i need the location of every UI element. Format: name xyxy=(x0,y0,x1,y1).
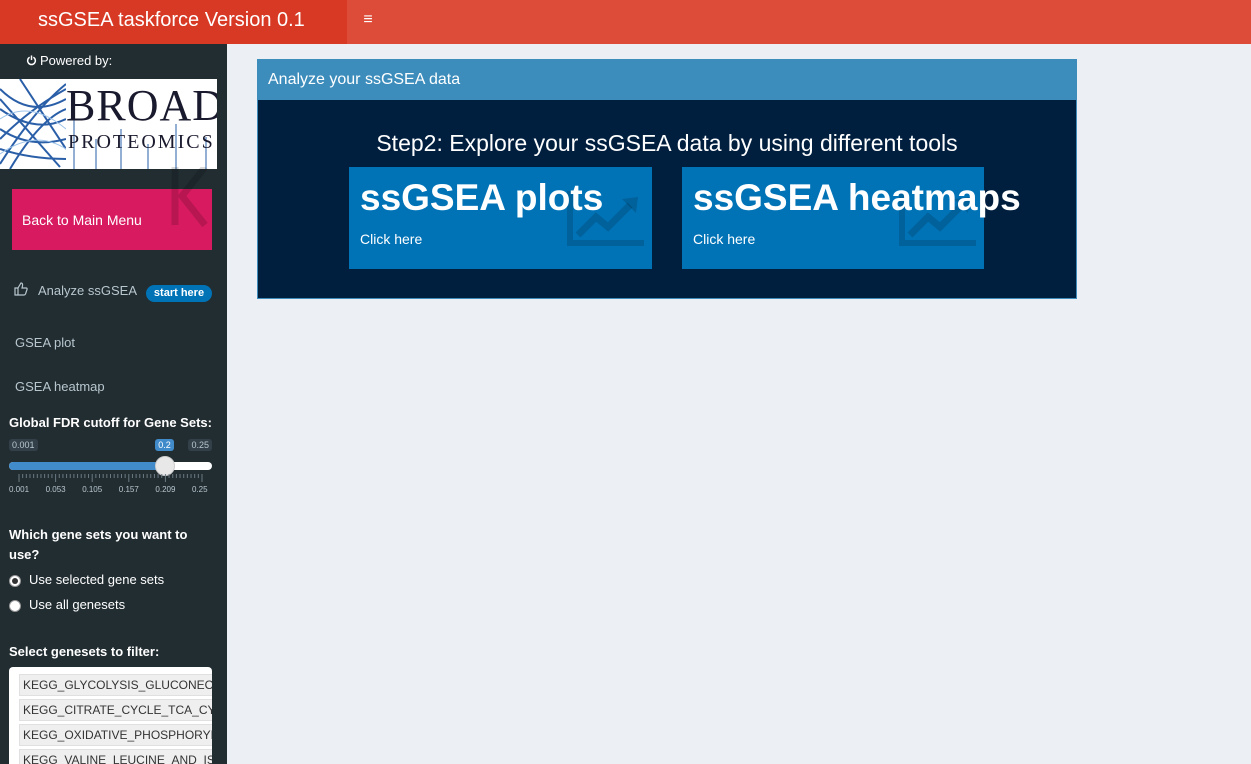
analyze-box-title: Analyze your ssGSEA data xyxy=(268,71,461,88)
geneset-item[interactable]: KEGG_CITRATE_CYCLE_TCA_CYCLE xyxy=(19,699,212,721)
thumbs-up-icon xyxy=(14,282,28,296)
sidebar-item-label: GSEA plot xyxy=(15,335,75,350)
sidebar-item-gsea-heatmap[interactable]: GSEA heatmap xyxy=(0,367,227,407)
power-icon xyxy=(26,55,37,66)
value-box-title: ssGSEA plots xyxy=(360,177,604,218)
start-here-badge: start here xyxy=(146,285,212,302)
step-title: Step2: Explore your ssGSEA data by using… xyxy=(376,130,958,156)
app-header: ssGSEA taskforce Version 0.1 ≡ xyxy=(0,0,1251,44)
fdr-cutoff-label: Global FDR cutoff for Gene Sets: xyxy=(9,415,212,430)
sidebar: Powered by: BROAD PROTEOMICS Back to Mai… xyxy=(0,44,227,764)
radio-use-all-genesets[interactable]: Use all genesets xyxy=(9,596,209,616)
broad-proteomics-logo: BROAD PROTEOMICS xyxy=(0,79,217,169)
sidebar-toggle-button[interactable]: ≡ xyxy=(347,0,389,44)
ssgsea-plots-value-box[interactable]: ssGSEA plots Click here xyxy=(349,167,652,269)
slider-track-fill xyxy=(9,462,166,470)
slider-tick-label: 0.001 xyxy=(9,485,30,494)
slider-tick-labels: 0.001 0.053 0.105 0.157 0.209 0.25 xyxy=(9,485,212,495)
geneset-item[interactable]: KEGG_VALINE_LEUCINE_AND_ISOLEUCINE_DEGRA… xyxy=(19,749,212,764)
slider-tick-label: 0.053 xyxy=(45,485,66,494)
geneset-item[interactable]: KEGG_OXIDATIVE_PHOSPHORYLATION xyxy=(19,724,212,746)
geneset-filter-select[interactable]: KEGG_GLYCOLYSIS_GLUCONEOGENESIS KEGG_CIT… xyxy=(9,667,212,764)
powered-by-label: Powered by: xyxy=(40,53,113,68)
slider-value-label: 0.2 xyxy=(155,439,174,451)
slider-ticks xyxy=(18,474,203,482)
select-genesets-label: Select genesets to filter: xyxy=(9,644,160,659)
app-title[interactable]: ssGSEA taskforce Version 0.1 xyxy=(0,0,347,44)
sidebar-item-label: Analyze ssGSEA xyxy=(38,283,137,298)
slider-tick-label: 0.25 xyxy=(192,485,208,494)
value-box-subtitle: Click here xyxy=(693,231,756,247)
radio-label: Use selected gene sets xyxy=(29,572,165,587)
logo-mesh-graphic xyxy=(0,79,66,169)
value-box-subtitle: Click here xyxy=(360,231,423,247)
geneset-item[interactable]: KEGG_GLYCOLYSIS_GLUCONEOGENESIS xyxy=(19,674,212,696)
ssgsea-heatmaps-value-box[interactable]: ssGSEA heatmaps Click here xyxy=(682,167,1021,269)
gene-sets-question-label: Which gene sets you want to use? xyxy=(9,527,188,562)
radio-use-selected-gene-sets[interactable]: Use selected gene sets xyxy=(9,571,209,591)
analyze-box: Analyze your ssGSEA data Step2: Explore … xyxy=(257,59,1077,299)
slider-tick-label: 0.105 xyxy=(82,485,103,494)
back-button-label: Back to Main Menu xyxy=(22,211,142,228)
slider-handle[interactable] xyxy=(155,456,176,476)
sidebar-item-label: GSEA heatmap xyxy=(15,379,105,394)
fdr-cutoff-slider[interactable]: 0.001 0.2 0.25 0.001 0.053 0.105 0.157 0.209… xyxy=(9,439,212,499)
slider-track[interactable] xyxy=(9,462,212,470)
logo-proteomics-text: PROTEOMICS xyxy=(68,131,215,153)
value-box-title: ssGSEA heatmaps xyxy=(693,177,1021,218)
sidebar-item-gsea-plot[interactable]: GSEA plot xyxy=(0,323,227,363)
app-title-text: ssGSEA taskforce Version 0.1 xyxy=(38,9,305,31)
slider-tick-label: 0.157 xyxy=(118,485,139,494)
slider-min-label: 0.001 xyxy=(9,439,38,451)
analyze-box-header: Analyze your ssGSEA data xyxy=(258,60,1076,100)
logo-broad-text: BROAD xyxy=(66,81,217,130)
powered-by: Powered by: xyxy=(26,53,112,68)
radio-button[interactable] xyxy=(9,600,21,612)
back-watermark-icon xyxy=(171,167,208,227)
slider-tick-label: 0.209 xyxy=(155,485,176,494)
slider-max-label: 0.25 xyxy=(188,439,212,451)
back-to-main-menu-button[interactable]: Back to Main Menu xyxy=(12,167,212,250)
radio-label: Use all genesets xyxy=(29,597,126,612)
sidebar-item-analyze-ssgsea[interactable]: Analyze ssGSEA start here xyxy=(0,271,227,311)
hamburger-menu-icon: ≡ xyxy=(363,11,373,28)
radio-button[interactable] xyxy=(9,575,21,587)
